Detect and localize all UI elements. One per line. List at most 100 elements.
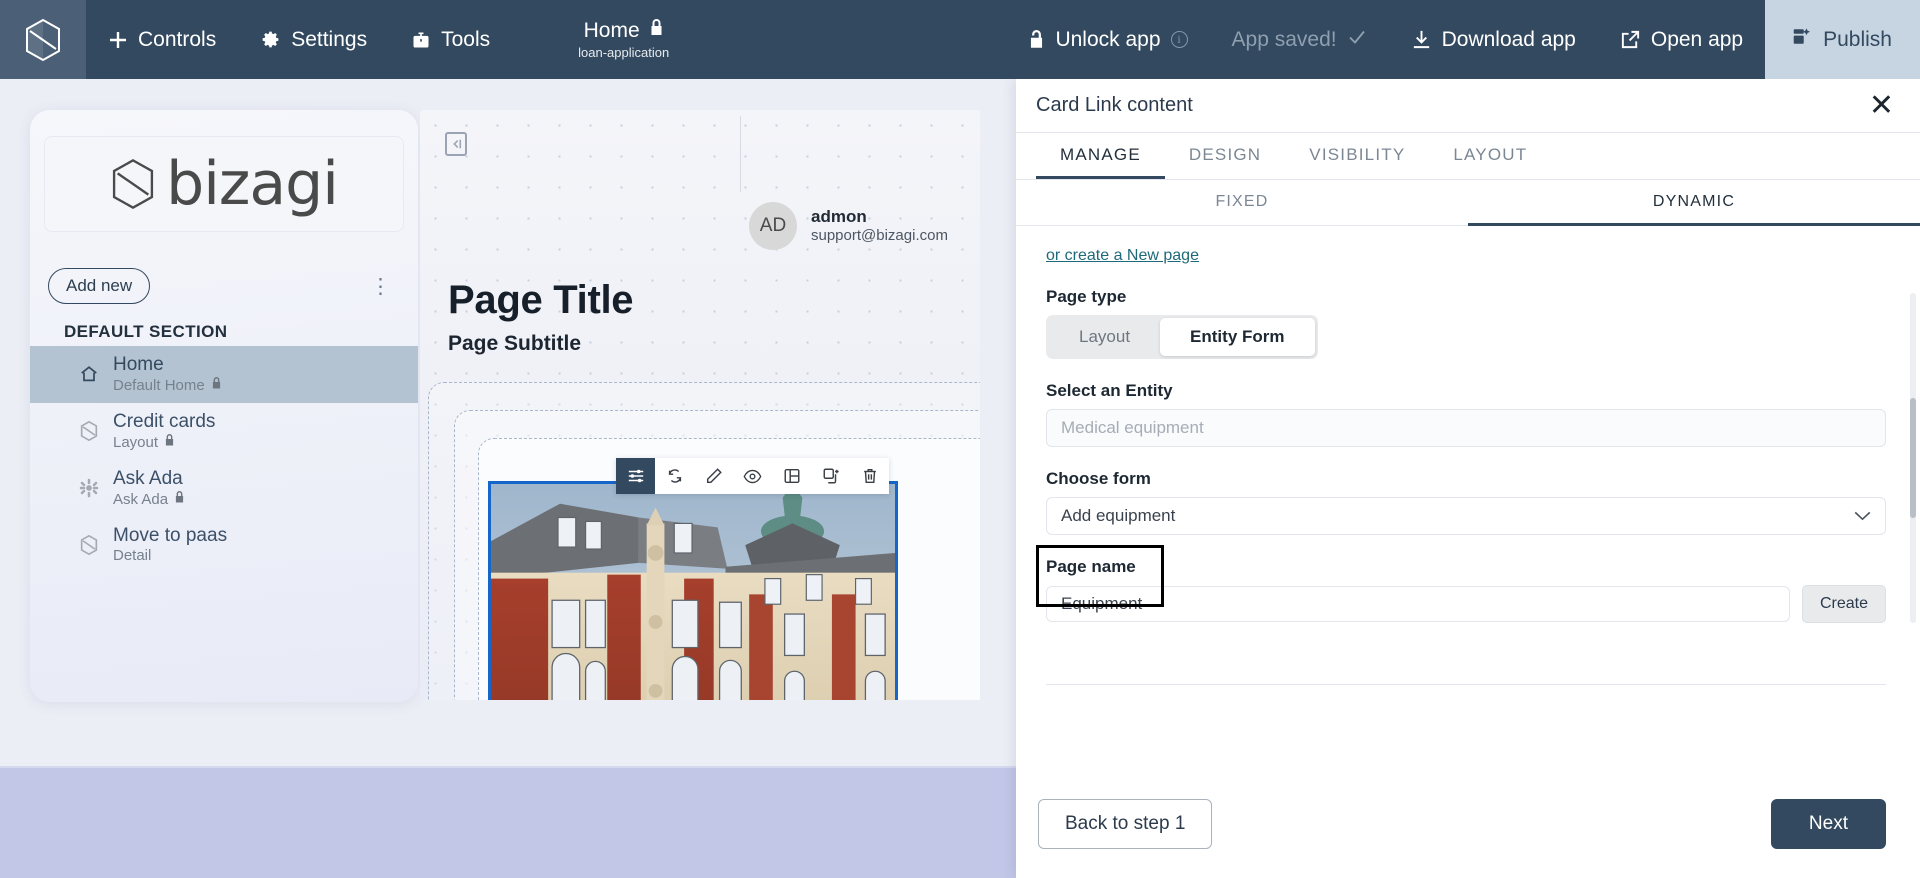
gear-icon [260, 29, 281, 50]
panel-scrollbar[interactable] [1910, 293, 1916, 623]
panel-subtabs: FIXED DYNAMIC [1016, 180, 1920, 226]
hexagon-icon [78, 534, 100, 556]
sidebar-item-move-to-paas[interactable]: Move to paas Detail [30, 517, 418, 574]
download-app-button[interactable]: Download app [1389, 0, 1598, 79]
nav-controls[interactable]: Controls [86, 0, 238, 79]
publish-button[interactable]: Publish [1765, 0, 1920, 79]
more-vertical-icon[interactable]: ⋮ [362, 274, 400, 299]
list-item-subtitle-row: Detail [113, 547, 227, 565]
tab-layout[interactable]: LAYOUT [1429, 133, 1551, 179]
app-saved-status: App saved! [1210, 27, 1389, 53]
home-icon [78, 364, 100, 384]
nav-tools[interactable]: Tools [389, 0, 512, 79]
panel-scrollbar-thumb[interactable] [1910, 398, 1916, 518]
user-name: admon [811, 207, 867, 226]
page-list: Home Default Home Credit cards Layout As… [30, 346, 418, 573]
sidebar-item-move-to-paas-text: Move to paas Detail [113, 525, 227, 566]
page-name-input[interactable]: Equipment [1046, 586, 1790, 622]
sidebar-item-credit-cards-text: Credit cards Layout [113, 411, 215, 452]
list-item-title: Ask Ada [113, 467, 183, 489]
lock-icon [211, 376, 222, 395]
tab-manage[interactable]: MANAGE [1036, 133, 1165, 179]
replace-button[interactable] [655, 458, 694, 494]
selected-image-element[interactable] [488, 481, 898, 700]
app-saved-label: App saved! [1231, 27, 1337, 51]
tab-visibility[interactable]: VISIBILITY [1285, 133, 1429, 179]
subtab-fixed[interactable]: FIXED [1016, 180, 1468, 226]
brand-logo-box: bizagi [44, 136, 404, 232]
choose-form-value: Add equipment [1061, 506, 1176, 525]
create-button[interactable]: Create [1801, 585, 1886, 623]
edit-button[interactable] [694, 458, 733, 494]
page-title-text: Home [583, 19, 640, 42]
page-canvas: AD admon support@bizagi.com Page Title P… [420, 110, 980, 700]
layout-button[interactable] [772, 458, 811, 494]
panel-tabs: MANAGE DESIGN VISIBILITY LAYOUT [1016, 133, 1920, 180]
delete-button[interactable] [850, 458, 889, 494]
list-item-subtitle: Layout [113, 433, 159, 451]
main-nav: Controls Settings Tools [86, 0, 512, 79]
list-item-title: Credit cards [113, 410, 216, 432]
list-item-subtitle-row: Layout [113, 433, 215, 452]
sidebar-item-home[interactable]: Home Default Home [30, 346, 418, 403]
canvas-page-subtitle: Page Subtitle [448, 332, 582, 355]
lock-icon [649, 19, 664, 43]
next-button[interactable]: Next [1770, 799, 1886, 849]
open-app-label: Open app [1650, 27, 1744, 51]
list-item-title: Home [113, 354, 164, 375]
page-type-option-entity-form[interactable]: Entity Form [1160, 318, 1315, 356]
unlock-app-label: Unlock app [1055, 27, 1161, 51]
preview-button[interactable] [733, 458, 772, 494]
page-list-panel: bizagi Add new ⋮ DEFAULT SECTION Home De… [30, 110, 418, 702]
panel-title: Card Link content [1036, 94, 1193, 116]
download-icon [1411, 29, 1432, 50]
back-to-step-1-button[interactable]: Back to step 1 [1038, 799, 1213, 849]
properties-button[interactable] [616, 458, 655, 494]
lock-icon [164, 433, 175, 452]
user-info: admon support@bizagi.com [811, 206, 948, 246]
top-toolbar: Controls Settings Tools Home loan-applic… [0, 0, 1920, 79]
create-new-page-link[interactable]: or create a New page [1046, 247, 1199, 265]
list-item-subtitle: Ask Ada [113, 490, 169, 508]
toolbox-icon [411, 30, 431, 50]
hexagon-icon [78, 420, 100, 442]
building-photo [491, 484, 895, 700]
download-app-label: Download app [1441, 27, 1576, 51]
duplicate-button[interactable] [811, 458, 850, 494]
bizagi-hexagon-logo-icon [26, 18, 60, 61]
publish-icon [1791, 26, 1811, 53]
sidebar-item-credit-cards[interactable]: Credit cards Layout [30, 403, 418, 460]
page-list-header: Add new ⋮ [48, 268, 400, 304]
tab-design[interactable]: DESIGN [1165, 133, 1285, 179]
sidebar-item-ask-ada[interactable]: Ask Ada Ask Ada [30, 460, 418, 517]
collapse-panel-icon[interactable] [445, 132, 467, 156]
canvas-page-title: Page Title [448, 278, 634, 322]
brand-wordmark: bizagi [166, 149, 339, 219]
page-type-option-layout[interactable]: Layout [1049, 318, 1160, 356]
page-type-label: Page type [1046, 287, 1127, 306]
user-email: support@bizagi.com [811, 227, 948, 245]
unlock-app-button[interactable]: Unlock app i [1006, 0, 1209, 79]
subtab-dynamic[interactable]: DYNAMIC [1468, 180, 1920, 226]
select-entity-input[interactable]: Medical equipment [1046, 409, 1886, 447]
panel-header: Card Link content ✕ [1016, 79, 1920, 133]
app-slug: loan-application [578, 45, 670, 60]
panel-divider [1046, 684, 1886, 685]
bizagi-hexagon-logo-icon [113, 159, 154, 209]
choose-form-select[interactable]: Add equipment [1046, 497, 1886, 535]
section-label: DEFAULT SECTION [64, 322, 228, 341]
select-entity-label: Select an Entity [1046, 381, 1173, 400]
nav-settings[interactable]: Settings [238, 0, 389, 79]
avatar: AD [749, 202, 797, 250]
app-logo[interactable] [0, 0, 86, 79]
header-divider [740, 116, 741, 192]
top-actions: Unlock app i App saved! Download app Ope… [1006, 0, 1920, 79]
info-icon[interactable]: i [1170, 31, 1188, 48]
external-link-icon [1620, 29, 1641, 50]
list-item-subtitle-row: Default Home [113, 376, 222, 395]
open-app-button[interactable]: Open app [1598, 0, 1765, 79]
sidebar-item-home-text: Home Default Home [113, 354, 222, 395]
add-new-button[interactable]: Add new [48, 268, 151, 304]
close-icon[interactable]: ✕ [1869, 90, 1900, 121]
page-name-row: Equipment Create [1046, 585, 1886, 623]
